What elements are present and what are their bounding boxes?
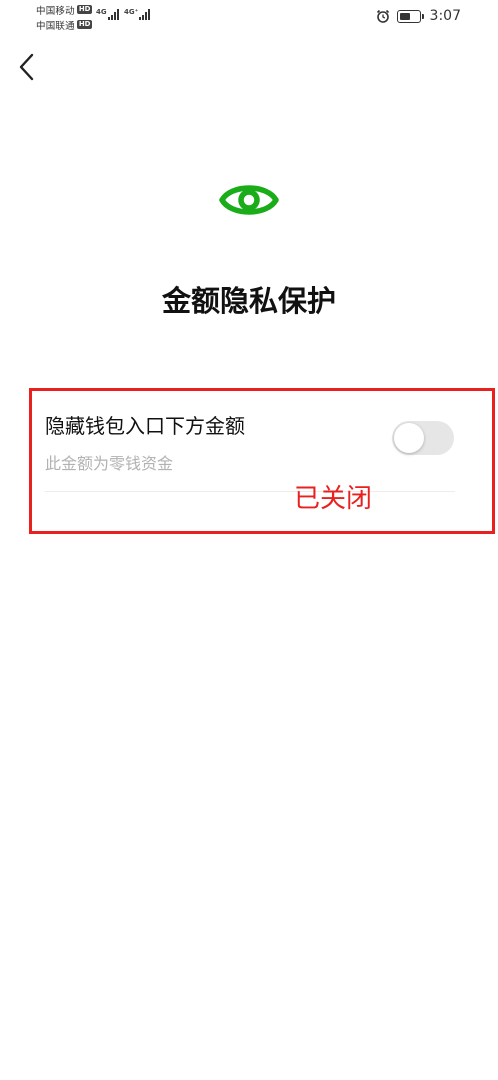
annotation-label: 已关闭	[294, 484, 373, 514]
hd-badge-1: HD	[76, 5, 93, 14]
signal-1-icon: 4G	[96, 8, 120, 20]
carrier-info: 中国移动 HD 中国联通 HD	[36, 3, 93, 33]
status-right: 3:07	[376, 8, 461, 24]
carrier-1-label: 中国移动	[36, 5, 75, 17]
annotation-highlight-box	[29, 388, 495, 534]
status-time: 3:07	[429, 8, 461, 24]
battery-icon	[396, 9, 424, 23]
network-type-1: 4G	[96, 8, 107, 16]
carrier-2-label: 中国联通	[36, 20, 75, 32]
signal-2-icon: 4G⁺	[124, 8, 151, 20]
alarm-clock-icon	[376, 9, 389, 23]
hd-badge-2: HD	[76, 20, 93, 29]
back-button[interactable]	[14, 50, 42, 84]
eye-icon	[219, 185, 279, 215]
chevron-left-icon	[19, 53, 34, 81]
network-type-2: 4G⁺	[124, 8, 139, 16]
page-title: 金额隐私保护	[161, 284, 336, 318]
battery-level	[399, 12, 410, 20]
status-bar: 中国移动 HD 中国联通 HD 4G 4G⁺ 3:07	[0, 0, 498, 34]
